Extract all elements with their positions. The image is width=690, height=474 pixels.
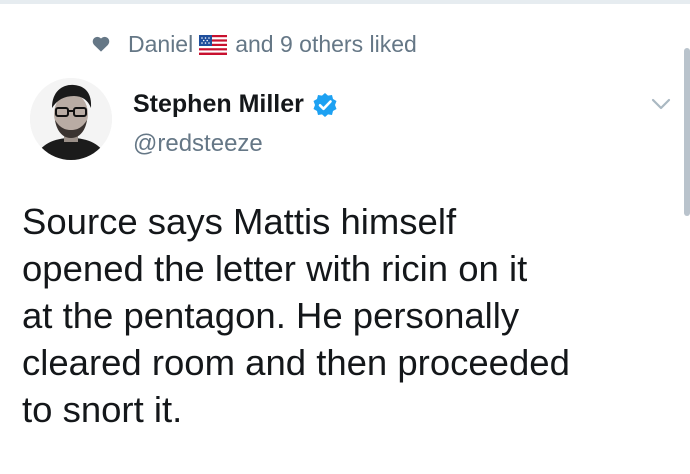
liked-others-text[interactable]: and 9 others liked	[235, 31, 417, 58]
verified-badge-icon	[312, 92, 338, 118]
tweet-text-line: cleared room and then proceeded	[22, 342, 570, 383]
author-handle[interactable]: @redsteeze	[133, 130, 263, 158]
scrollbar[interactable]	[684, 48, 690, 216]
liker-name[interactable]: Daniel	[128, 31, 193, 58]
tweet-text-line: opened the letter with ricin on it	[22, 248, 528, 289]
us-flag-icon	[199, 34, 228, 55]
tweet-text-line: to snort it.	[22, 389, 183, 430]
top-divider	[0, 0, 690, 4]
heart-icon	[92, 36, 110, 52]
tweet-text-line: Source says Mattis himself	[22, 201, 457, 242]
author-display-name[interactable]: Stephen Miller	[133, 90, 304, 119]
social-context: Daniel and 9 others liked	[92, 28, 417, 60]
tweet-text: Source says Mattis himself opened the le…	[22, 198, 672, 433]
author-name-row: Stephen Miller	[133, 90, 338, 119]
chevron-down-icon[interactable]	[651, 97, 671, 111]
tweet-text-line: at the pentagon. He personally	[22, 295, 520, 336]
avatar[interactable]	[30, 78, 112, 160]
